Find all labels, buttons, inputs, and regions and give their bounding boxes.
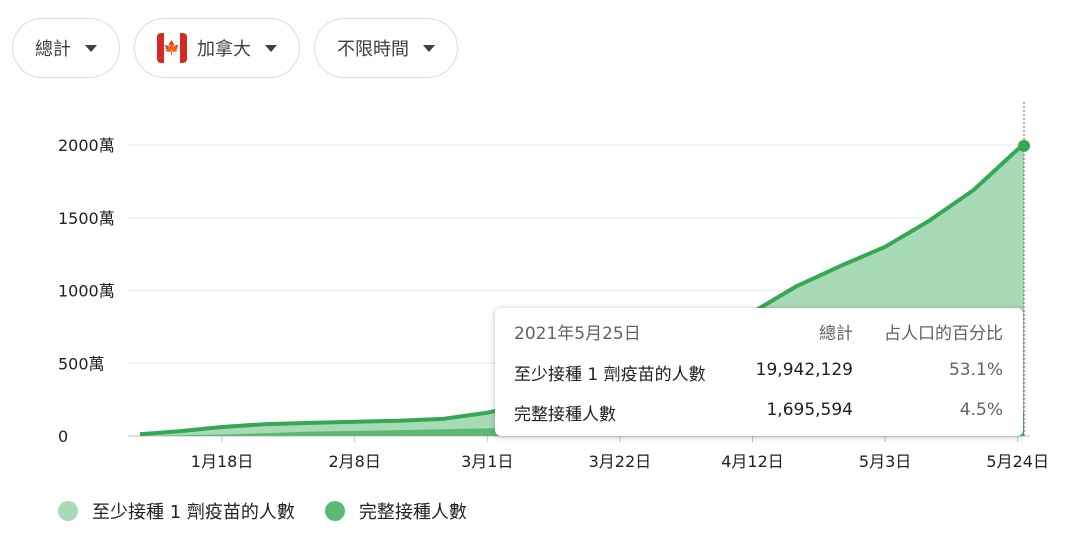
x-tick-label: 5月3日 [859,452,911,471]
tooltip-row-full: 完整接種人數 1,695,594 4.5% [495,400,1023,440]
y-tick-label: 500萬 [58,354,105,373]
chart-legend: 至少接種 1 劑疫苗的人數 完整接種人數 [58,498,497,524]
x-tick-label: 5月24日 [986,452,1049,471]
tooltip-col-pct: 占人口的百分比 [884,324,1003,344]
tooltip-row-total: 1,695,594 [766,400,853,420]
hover-point [1018,139,1030,152]
legend-label: 至少接種 1 劑疫苗的人數 [92,502,295,523]
data-tooltip: 2021年5月25日 總計 占人口的百分比 至少接種 1 劑疫苗的人數 19,9… [495,308,1023,436]
x-tick-label: 3月22日 [589,452,652,471]
y-tick-label: 1000萬 [58,282,115,301]
tooltip-header: 2021年5月25日 總計 占人口的百分比 [495,319,1023,359]
legend-item-first-dose[interactable]: 至少接種 1 劑疫苗的人數 [58,498,295,524]
x-tick-label: 2月8日 [328,452,380,471]
y-tick-label: 1500萬 [58,209,115,228]
tooltip-row-pct: 4.5% [959,400,1003,420]
tooltip-row-pct: 53.1% [948,360,1003,380]
y-tick-label: 2000萬 [58,136,115,155]
tooltip-row-label: 完整接種人數 [514,405,616,425]
vaccination-chart[interactable]: 0 500萬 1000萬 1500萬 2000萬 1月18日 2月8日 3月1日 3月22日 4… [0,0,1080,538]
x-tick-label: 1月18日 [191,452,254,471]
legend-label: 完整接種人數 [358,502,467,523]
legend-item-full[interactable]: 完整接種人數 [324,498,467,524]
tooltip-row-first-dose: 至少接種 1 劑疫苗的人數 19,942,129 53.1% [495,360,1023,400]
x-axis-ticks: 1月18日 2月8日 3月1日 3月22日 4月12日 5月3日 5月24日 [191,436,1049,471]
legend-swatch [324,501,345,521]
y-tick-label: 0 [58,427,68,446]
tooltip-col-total: 總計 [819,324,853,344]
y-axis-ticks: 0 500萬 1000萬 1500萬 2000萬 [58,136,115,446]
tooltip-row-total: 19,942,129 [755,360,853,380]
x-tick-label: 3月1日 [461,452,513,471]
x-tick-label: 4月12日 [721,452,784,471]
tooltip-row-label: 至少接種 1 劑疫苗的人數 [514,365,706,385]
legend-swatch [58,501,78,521]
tooltip-date: 2021年5月25日 [514,324,641,344]
